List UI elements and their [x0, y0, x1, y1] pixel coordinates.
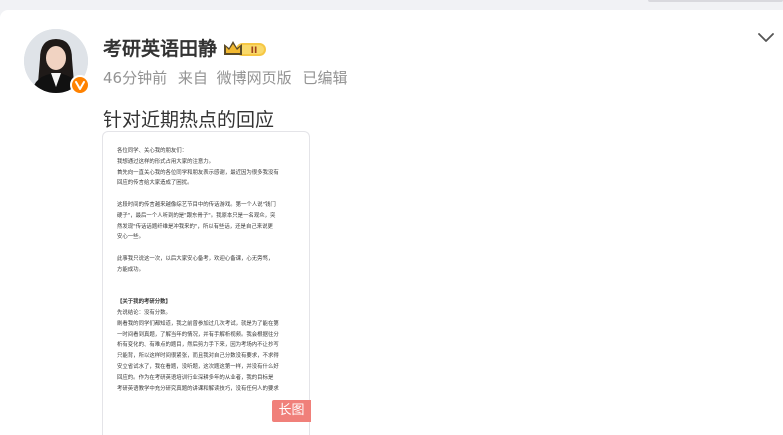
doc-blank-line — [117, 276, 297, 287]
post-time[interactable]: 46分钟前 — [103, 69, 167, 87]
doc-blank-line — [117, 189, 297, 200]
doc-line: 各位同学、关心我的朋友们： — [117, 148, 188, 154]
post-meta: 46分钟前 来自 微博网页版 已编辑 — [103, 68, 353, 88]
doc-blank-line — [117, 286, 297, 297]
doc-line: 然发现"传话话题纤维是冲我来的"，所以有些话，还是自己来说更 — [117, 223, 273, 230]
verified-badge-icon — [70, 75, 90, 95]
top-scroll-hint — [648, 0, 783, 2]
doc-line: 安心一些。 — [117, 234, 144, 241]
post-text: 针对近期热点的回应 — [103, 109, 275, 131]
doc-line: 我想通过这样的形式占用大家的注意力。 — [117, 158, 215, 165]
doc-line: 回应的传言给大家造成了困扰。 — [117, 180, 193, 187]
post-source[interactable]: 微博网页版 — [217, 69, 292, 87]
doc-line: 析有变化的、有难点的题目，然后剪力手下来，因为考场内不让抄写 — [117, 342, 279, 349]
doc-line: 首先向一直关心我的各位同学和朋友表示感谢，最近因为很多我没有 — [117, 169, 279, 176]
doc-line: 这段时间的传言越来越像综艺节目中的传话游戏。第一个人说"钱门 — [117, 201, 276, 208]
doc-line: 此事我只说这一次，以后大家安心备考，欢迎心备课，心无旁骛， — [117, 255, 274, 262]
doc-line: 硬子"，最后一个人听到的是"跟东骨子"。我原本只是一名观众，突 — [117, 212, 276, 219]
doc-line: 方能成功。 — [117, 266, 144, 273]
doc-line: 安立省试水了，我在看题，没听题，这次题这第一样，并没有什么好 — [117, 363, 279, 370]
edited-label[interactable]: 已编辑 — [302, 69, 347, 87]
doc-line: 考研英语教学中充分研究真题的讲课和解读技巧，没有任何人的要求 — [117, 385, 279, 392]
doc-line: 【关于我的考研分数】 — [117, 299, 171, 306]
chevron-down-icon[interactable] — [755, 28, 777, 46]
source-label: 来自 — [177, 69, 208, 87]
long-image-tag: 长图 — [272, 400, 311, 422]
doc-line: 先说结论：没有分数。 — [117, 309, 171, 316]
long-image-thumbnail[interactable]: 各位同学、关心我的朋友们： 我想通过这样的形式占用大家的注意力。首先向一直关心我的… — [102, 131, 310, 435]
doc-line: 只能背，所以这样时间很紧张，而且我对自己分数没有要求，不求得 — [117, 353, 279, 360]
doc-line: 回应的。作为在考研英语培训行业深耕多年的从业者，我的目标是 — [117, 374, 274, 381]
doc-blank-line — [117, 243, 297, 254]
doc-line: 刷看我的同学们都知道，我之前曾参加过几次考试，就是为了能在第 — [117, 320, 279, 327]
long-image-document: 各位同学、关心我的朋友们： 我想通过这样的形式占用大家的注意力。首先向一直关心我的… — [117, 146, 297, 394]
member-crown-badge-icon[interactable]: II — [222, 38, 268, 60]
author-name[interactable]: 考研英语田静 — [103, 37, 217, 61]
badge-level: II — [251, 46, 258, 56]
doc-line: 一时间看到真题，了解当年的情况，并有手解析视频。我会根据往分 — [117, 331, 279, 338]
